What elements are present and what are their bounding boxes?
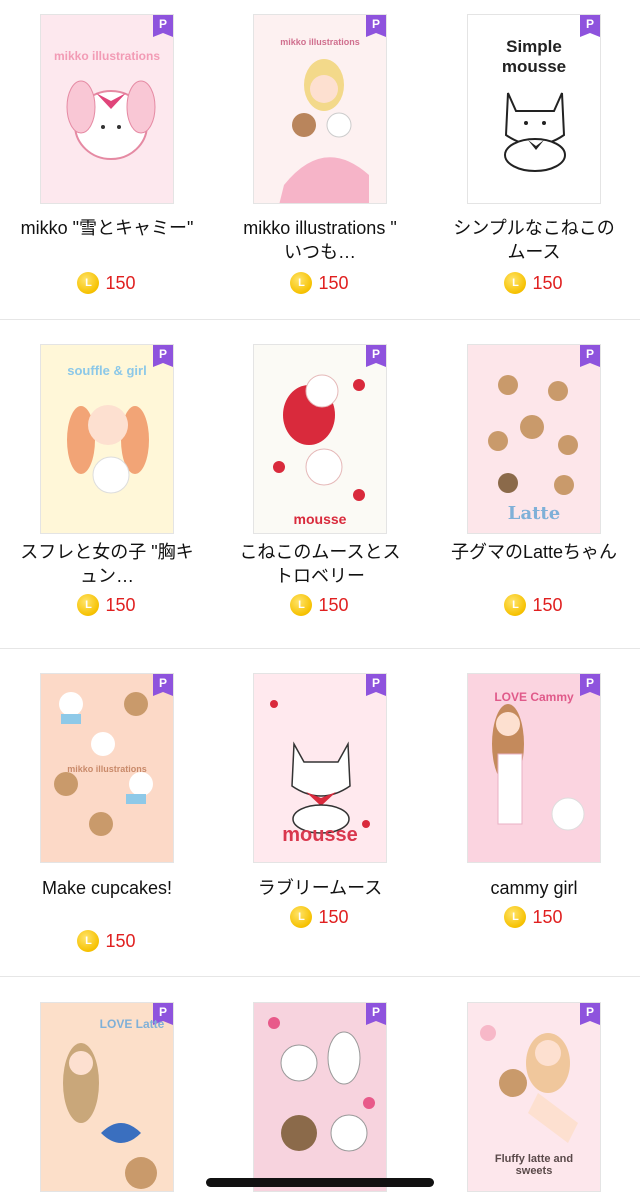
product-card[interactable]: P souffle & girl スフレと女の子 "胸キュン… L 150 xyxy=(0,320,213,649)
product-thumbnail[interactable]: P Simple mousse xyxy=(467,14,601,204)
product-title[interactable]: mikko illustrations " いつも… xyxy=(233,216,407,264)
product-title[interactable]: cammy girl xyxy=(447,876,621,900)
product-card[interactable]: P Fluffy latte and sweets xyxy=(427,977,640,1199)
product-price: L 150 xyxy=(0,272,213,295)
product-card[interactable]: P xyxy=(213,977,426,1199)
thumbnail-art-text: mousse xyxy=(282,824,358,846)
product-thumbnail[interactable]: P xyxy=(253,1002,387,1192)
product-thumbnail[interactable]: P Latte xyxy=(467,344,601,534)
product-price: L 150 xyxy=(0,930,213,953)
girl-art-icon xyxy=(279,59,369,203)
line-coin-icon: L xyxy=(504,906,527,929)
line-coin-icon: L xyxy=(504,272,527,295)
product-title[interactable]: こねこのムースとストロベリー xyxy=(233,540,407,588)
product-card[interactable]: P Latte 子グマのLatteちゃん L 150 xyxy=(427,320,640,649)
line-coin-icon: L xyxy=(77,594,100,617)
product-title[interactable]: シンプルなこねこのムース xyxy=(447,216,621,264)
product-card[interactable]: P mikko illustrations mikko "雪とキャミー" L 15… xyxy=(0,0,213,320)
product-price: L 150 xyxy=(213,272,426,295)
product-price: L 150 xyxy=(427,906,640,929)
thumbnail-art-text: mikko illustrations xyxy=(67,764,147,774)
kitten-bunny-bear-art-icon xyxy=(268,1017,375,1152)
girl-art-icon xyxy=(492,704,585,831)
thumbnail-art-text: Latte xyxy=(507,503,561,524)
product-thumbnail[interactable]: P mousse xyxy=(253,344,387,534)
product-price: L 150 xyxy=(427,594,640,617)
line-coin-icon: L xyxy=(77,930,100,953)
line-coin-icon: L xyxy=(290,594,313,617)
product-thumbnail[interactable]: P mikko illustrations xyxy=(40,14,174,204)
line-coin-icon: L xyxy=(290,906,313,929)
line-coin-icon: L xyxy=(77,272,100,295)
girl-bear-art-icon xyxy=(63,1043,157,1189)
line-coin-icon: L xyxy=(504,594,527,617)
product-price: L 150 xyxy=(213,594,426,617)
product-card[interactable]: P LOVE Latte xyxy=(0,977,213,1199)
product-thumbnail[interactable]: P mousse xyxy=(253,673,387,863)
product-title[interactable]: ラブリームース xyxy=(233,876,407,900)
grid-row: P souffle & girl スフレと女の子 "胸キュン… L150 P xyxy=(0,320,640,649)
product-thumbnail[interactable]: P Fluffy latte and sweets xyxy=(467,1002,601,1192)
product-card[interactable]: P mikko illustrations Make cupcakes! L 15… xyxy=(0,649,213,977)
strawberry-kitten-art-icon xyxy=(273,374,365,501)
home-indicator[interactable] xyxy=(206,1178,434,1187)
kitten-art-icon xyxy=(504,92,566,172)
grid-row: P LOVE Latte P P Fluffy latte and sweets xyxy=(0,977,640,1199)
grid-row: P mikko illustrations Make cupcakes! L 15… xyxy=(0,649,640,977)
product-thumbnail[interactable]: P mikko illustrations xyxy=(253,14,387,204)
thumbnail-art-text: Fluffy latte and sweets xyxy=(494,1153,574,1177)
product-card[interactable]: P mikko illustrations mikko illustration… xyxy=(213,0,426,320)
product-title[interactable]: Make cupcakes! xyxy=(20,876,194,900)
girl-art-icon xyxy=(67,405,149,494)
product-title[interactable]: 子グマのLatteちゃん xyxy=(447,540,621,564)
product-thumbnail[interactable]: P mikko illustrations xyxy=(40,673,174,863)
product-card[interactable]: P Simple mousse シンプルなこねこのムース L 150 xyxy=(427,0,640,320)
grid-row: P mikko illustrations mikko "雪とキャミー" L 15… xyxy=(0,0,640,320)
product-price: L 150 xyxy=(213,906,426,929)
thumbnail-art-text: mousse xyxy=(293,511,347,527)
product-thumbnail[interactable]: P LOVE Latte xyxy=(40,1002,174,1192)
product-card[interactable]: P mousse こねこのムースとストロベリー L 150 xyxy=(213,320,426,649)
product-thumbnail[interactable]: P souffle & girl xyxy=(40,344,174,534)
line-coin-icon: L xyxy=(290,272,313,295)
product-card[interactable]: P LOVE Cammy cammy girl L 150 xyxy=(427,649,640,977)
product-thumbnail[interactable]: P LOVE Cammy xyxy=(467,673,601,863)
product-card[interactable]: P mousse ラブリームース L 150 xyxy=(213,649,426,977)
product-price: L 150 xyxy=(0,594,213,617)
product-title[interactable]: mikko "雪とキャミー" xyxy=(20,216,194,240)
product-grid: P mikko illustrations mikko "雪とキャミー" L 15… xyxy=(0,0,640,1199)
product-title[interactable]: スフレと女の子 "胸キュン… xyxy=(20,540,194,588)
bunny-art-icon xyxy=(66,80,156,160)
product-price: L 150 xyxy=(427,272,640,295)
